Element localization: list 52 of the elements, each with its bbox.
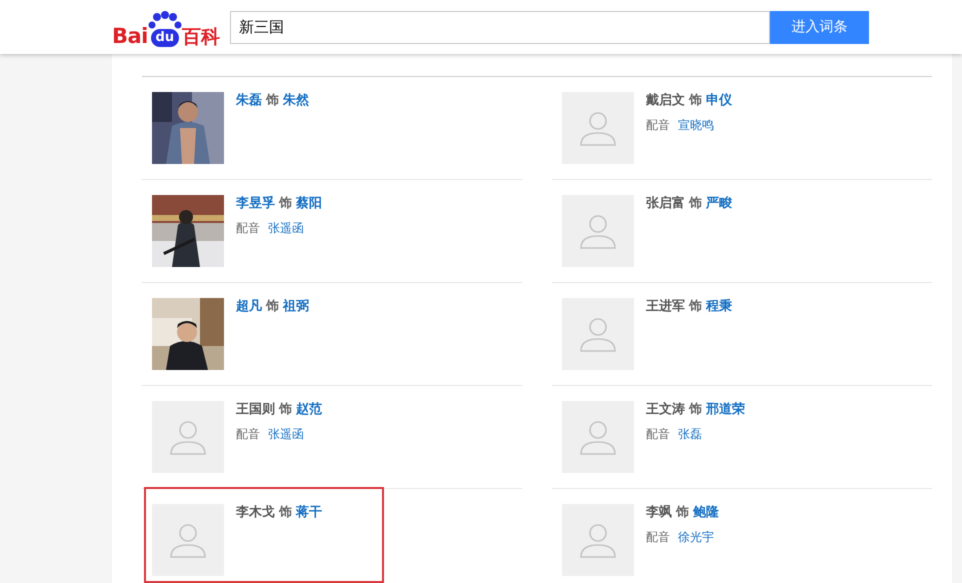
- role-word: 饰: [689, 298, 702, 315]
- actor-name: 王进军: [646, 298, 685, 315]
- character-link[interactable]: 蒋干: [296, 504, 322, 521]
- actor-name: 李飒: [646, 504, 672, 521]
- avatar-placeholder-icon: [562, 92, 634, 164]
- role-word: 饰: [279, 504, 292, 521]
- avatar-placeholder-icon: [562, 195, 634, 267]
- character-link[interactable]: 朱然: [283, 92, 309, 109]
- avatar-placeholder-icon: [562, 401, 634, 473]
- actor-name: 王文涛: [646, 401, 685, 418]
- avatar-placeholder-icon: [152, 504, 224, 576]
- role-word: 饰: [279, 195, 292, 212]
- avatar-placeholder-icon: [562, 504, 634, 576]
- character-link[interactable]: 鲍隆: [693, 504, 719, 521]
- character-link[interactable]: 程秉: [706, 298, 732, 315]
- actor-name: 王国则: [236, 401, 275, 418]
- voice-label: 配音: [236, 220, 260, 236]
- role-word: 饰: [689, 195, 702, 212]
- role-word: 饰: [676, 504, 689, 521]
- actor-name: 李木戈: [236, 504, 275, 521]
- character-link[interactable]: 赵范: [296, 401, 322, 418]
- voice-actor-link[interactable]: 徐光宇: [678, 529, 714, 545]
- enter-entry-button[interactable]: 进入词条: [770, 10, 869, 44]
- character-link[interactable]: 蔡阳: [296, 195, 322, 212]
- search-field[interactable]: 新三国: [230, 10, 770, 44]
- character-link[interactable]: 祖弼: [283, 298, 309, 315]
- character-link[interactable]: 严畯: [706, 195, 732, 212]
- role-word: 饰: [266, 298, 279, 315]
- avatar-placeholder-icon: [562, 298, 634, 370]
- actor-name: 戴启文: [646, 92, 685, 109]
- actor-name: 张启富: [646, 195, 685, 212]
- voice-label: 配音: [236, 426, 260, 442]
- logo-text: 百科: [182, 28, 220, 47]
- voice-actor-link[interactable]: 张磊: [678, 426, 702, 442]
- avatar-placeholder-icon: [152, 401, 224, 473]
- actor-link[interactable]: 朱磊: [236, 92, 262, 109]
- role-word: 饰: [689, 92, 702, 109]
- voice-label: 配音: [646, 529, 670, 545]
- voice-label: 配音: [646, 117, 670, 133]
- voice-actor-link[interactable]: 张遥函: [268, 426, 304, 442]
- logo-text: Bai: [112, 26, 148, 47]
- role-word: 饰: [279, 401, 292, 418]
- paw-logo: du: [148, 11, 182, 47]
- voice-actor-link[interactable]: 宣晓鸣: [678, 117, 714, 133]
- actor-link[interactable]: 李昱孚: [236, 195, 275, 212]
- character-link[interactable]: 申仪: [706, 92, 732, 109]
- role-word: 饰: [689, 401, 702, 418]
- character-link[interactable]: 邢道荣: [706, 401, 745, 418]
- voice-label: 配音: [646, 426, 670, 442]
- actor-link[interactable]: 超凡: [236, 298, 262, 315]
- voice-actor-link[interactable]: 张遥函: [268, 220, 304, 236]
- role-word: 饰: [266, 92, 279, 109]
